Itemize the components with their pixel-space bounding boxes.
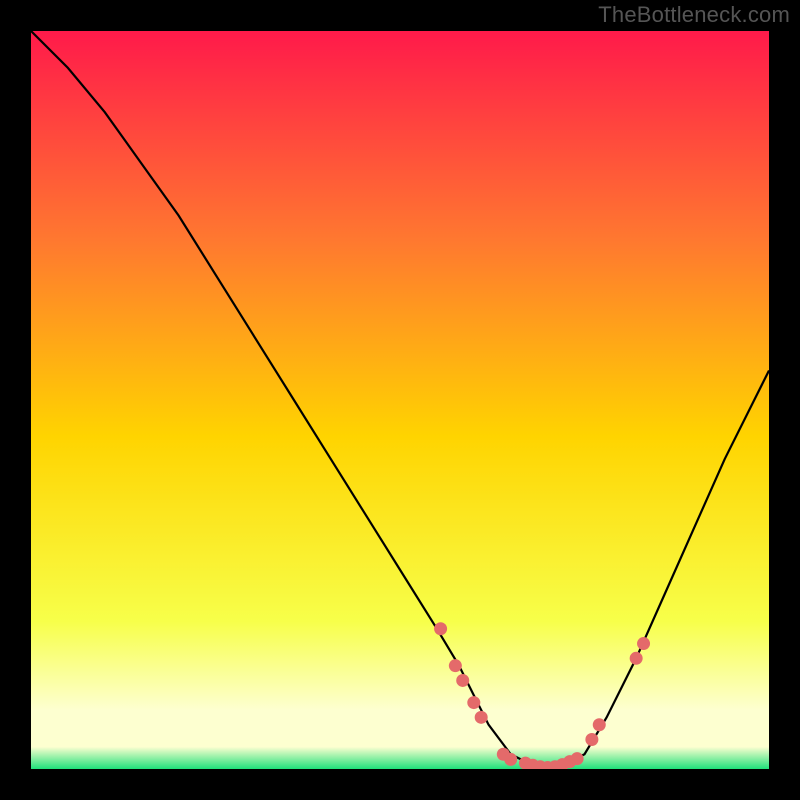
watermark-text: TheBottleneck.com [598, 2, 790, 28]
plot-area [31, 31, 769, 769]
data-marker [467, 696, 480, 709]
data-marker [475, 711, 488, 724]
data-marker [637, 637, 650, 650]
data-marker [585, 733, 598, 746]
data-marker [434, 622, 447, 635]
data-marker [630, 652, 643, 665]
data-marker [571, 752, 584, 765]
data-marker [449, 659, 462, 672]
chart-frame: TheBottleneck.com [0, 0, 800, 800]
data-marker [593, 718, 606, 731]
plot-svg [31, 31, 769, 769]
data-marker [456, 674, 469, 687]
data-marker [504, 753, 517, 766]
gradient-background [31, 31, 769, 769]
